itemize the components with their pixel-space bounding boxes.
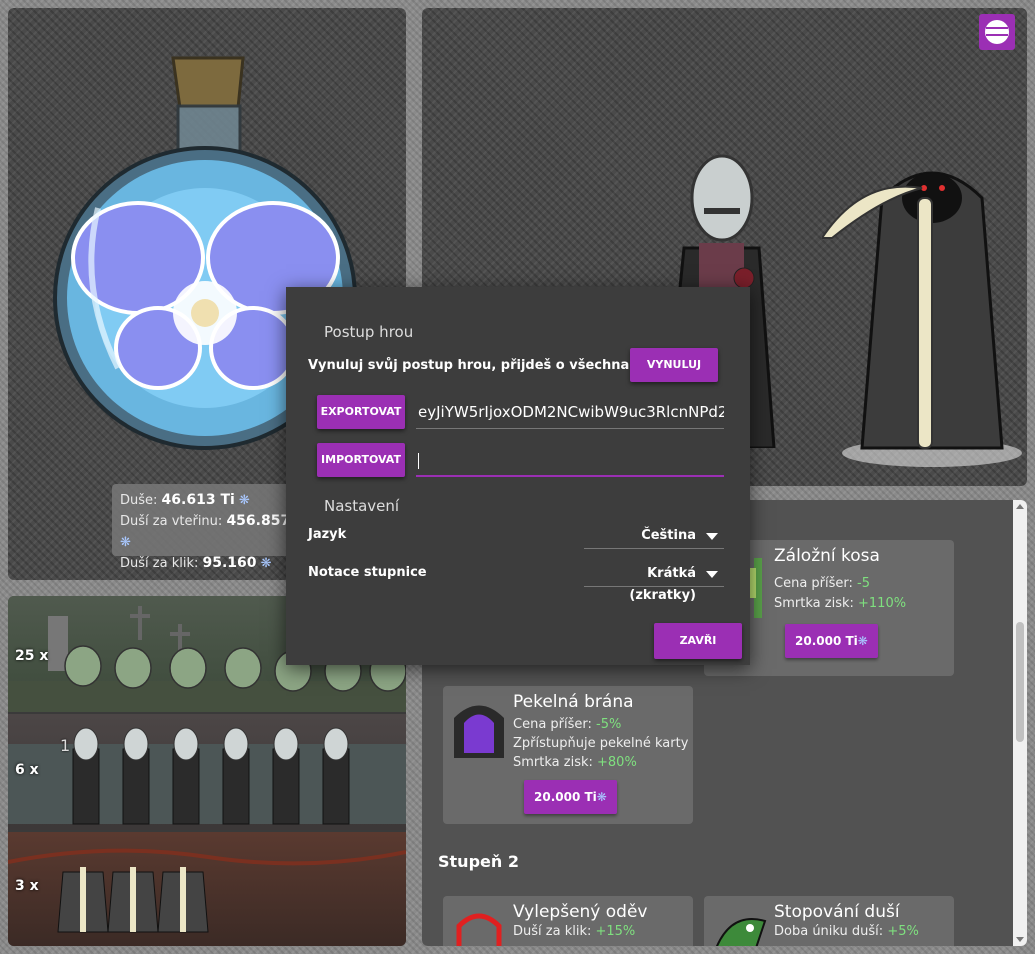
shop-card-improved-robe[interactable]: Vylepšený oděv Duší za klik: +15%	[443, 896, 693, 946]
butterfly-icon: ❋	[857, 634, 868, 648]
tracking-icon	[716, 918, 767, 946]
shop-scrollbar[interactable]	[1013, 500, 1027, 946]
notation-select[interactable]: Krátká (zkratky)	[584, 563, 724, 603]
language-label: Jazyk	[308, 527, 347, 542]
souls-label: Duše:	[120, 493, 158, 508]
card-title: Stopování duší	[774, 902, 900, 922]
card-line: Duší za klik: +15%	[513, 924, 636, 939]
export-button[interactable]: EXPORTOVAT	[317, 395, 405, 429]
army-row-reapers[interactable]: 3 x	[8, 832, 406, 946]
reaper-figure[interactable]	[822, 158, 1022, 468]
hell-gate-icon	[454, 705, 504, 758]
scroll-thumb[interactable]	[1016, 622, 1024, 742]
menu-button[interactable]	[979, 14, 1015, 50]
row-count: 25 x	[15, 648, 49, 664]
notation-label: Notace stupnice	[308, 565, 427, 580]
stats-box: Duše: 46.613 Ti ❋ Duší za vteřinu: 456.8…	[112, 484, 302, 571]
settings-dialog: Postup hrou Vynuluj svůj postup hrou, př…	[286, 287, 750, 665]
per-click-label: Duší za klik:	[120, 556, 199, 571]
underground-scene	[8, 848, 406, 933]
card-line: Doba úniku duší: +5%	[774, 924, 919, 939]
language-select[interactable]: Čeština	[584, 525, 724, 549]
tier-heading: Stupeň 2	[438, 852, 519, 871]
card-line: Zpřístupňuje pekelné karty	[513, 736, 689, 751]
per-click-value: 95.160	[202, 555, 257, 571]
close-button[interactable]: ZAVŘI	[654, 623, 742, 659]
scroll-up-icon[interactable]	[1016, 504, 1024, 509]
chevron-down-icon	[706, 533, 718, 540]
notation-value: Krátká (zkratky)	[629, 566, 696, 603]
import-field[interactable]	[416, 443, 724, 477]
buy-button[interactable]: 20.000 Ti❋	[524, 780, 617, 814]
import-button[interactable]: IMPORTOVAT	[317, 443, 405, 477]
text-cursor	[418, 452, 419, 469]
card-line: Smrtka zisk: +80%	[513, 755, 637, 770]
butterfly-icon: ❋	[596, 790, 607, 804]
army-row-vampires[interactable]: 1 6 x	[8, 714, 406, 830]
mansion-scene	[8, 727, 406, 825]
card-title: Pekelná brána	[513, 692, 634, 712]
butterfly-icon: ❋	[256, 556, 272, 571]
card-title: Záložní kosa	[774, 546, 880, 566]
card-line: Cena příšer: -5%	[513, 717, 622, 732]
butterfly-icon: ❋	[234, 493, 250, 508]
souls-value: 46.613 Ti	[161, 492, 235, 508]
shop-card-soul-tracking[interactable]: Stopování duší Doba úniku duší: +5%	[704, 896, 954, 946]
menu-icon	[985, 20, 1009, 44]
shop-card-hell-gate[interactable]: Pekelná brána Cena příšer: -5% Zpřístupň…	[443, 686, 693, 824]
card-line: Cena příšer: -5	[774, 576, 870, 591]
row-count: 6 x	[15, 762, 39, 778]
card-title: Vylepšený oděv	[513, 902, 648, 922]
robe-icon	[456, 913, 502, 946]
settings-heading: Nastavení	[324, 497, 400, 515]
progress-heading: Postup hrou	[324, 323, 414, 341]
per-second-value: 456.857	[226, 513, 291, 529]
language-value: Čeština	[641, 528, 696, 543]
reset-text: Vynuluj svůj postup hrou, přijdeš o všec…	[308, 358, 673, 373]
buy-button[interactable]: 20.000 Ti❋	[785, 624, 878, 658]
floating-gain: 1	[60, 736, 71, 755]
butterfly-icon: ❋	[120, 535, 131, 550]
export-field[interactable]: eyJiYW5rIjoxODM2NCwibW9uc3RlcnNPd2	[416, 395, 724, 429]
card-line: Smrtka zisk: +110%	[774, 596, 907, 611]
per-second-label: Duší za vteřinu:	[120, 514, 223, 529]
chevron-down-icon	[706, 571, 718, 578]
row-count: 3 x	[15, 878, 39, 894]
scroll-down-icon[interactable]	[1016, 937, 1024, 942]
reset-button[interactable]: VYNULUJ	[630, 348, 718, 382]
